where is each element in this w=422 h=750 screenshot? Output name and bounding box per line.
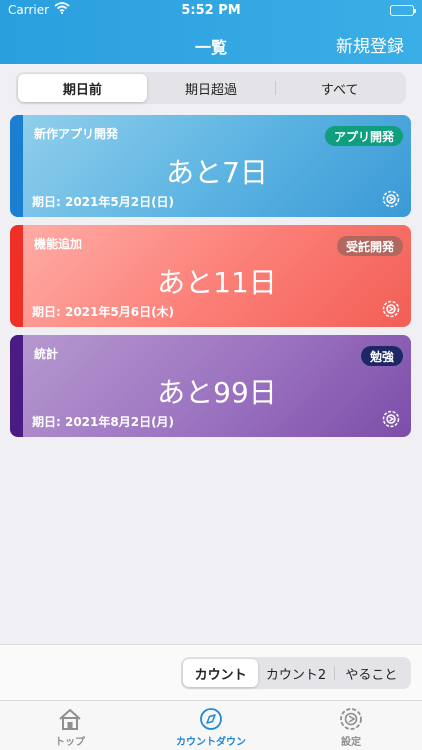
battery-icon xyxy=(390,5,416,16)
due-date: 期日: 2021年8月2日(月) xyxy=(32,415,175,429)
new-registration-button[interactable]: 新規登録 xyxy=(336,32,404,57)
house-icon xyxy=(15,707,125,731)
gear-icon xyxy=(296,707,406,731)
tab-label: トップ xyxy=(55,737,85,748)
card-color-strip xyxy=(10,225,23,327)
due-date: 期日: 2021年5月2日(日) xyxy=(32,195,175,209)
tab-label: 設定 xyxy=(341,737,361,748)
status-time: 5:52 PM xyxy=(181,3,241,18)
card-color-strip xyxy=(10,335,23,437)
countdown-card[interactable]: 統計 勉強 あと99日 期日: 2021年8月2日(月) xyxy=(10,335,411,437)
settings-gear-icon[interactable] xyxy=(381,299,401,319)
mode-segmented-control: カウント カウント2 やること xyxy=(181,657,411,689)
settings-gear-icon[interactable] xyxy=(381,189,401,209)
countdown-text: あと11日 xyxy=(157,266,277,299)
mode-tab-count2[interactable]: カウント2 xyxy=(258,659,333,687)
card-title: 新作アプリ開発 xyxy=(34,127,119,141)
category-badge: 受託開発 xyxy=(336,236,403,256)
filter-segmented-control: 期日前 期日超過 すべて xyxy=(16,72,406,104)
status-bar: Carrier 5:52 PM xyxy=(0,0,422,22)
tab-settings[interactable]: 設定 xyxy=(296,707,406,748)
compass-icon xyxy=(156,707,266,731)
card-color-strip xyxy=(10,115,23,217)
tab-top[interactable]: トップ xyxy=(15,707,125,748)
countdown-card[interactable]: 機能追加 受託開発 あと11日 期日: 2021年5月6日(木) xyxy=(10,225,411,327)
navigation-header: Carrier 5:52 PM 一覧 新規登録 xyxy=(0,0,422,64)
countdown-text: あと99日 xyxy=(157,376,277,409)
tab-countdown[interactable]: カウントダウン xyxy=(156,707,266,748)
bottom-toolbar: カウント カウント2 やること xyxy=(0,644,422,700)
filter-tab-overdue[interactable]: 期日超過 xyxy=(147,74,276,102)
category-badge: 勉強 xyxy=(360,346,403,366)
mode-tab-todo[interactable]: やること xyxy=(333,659,409,687)
tab-bar: トップ カウントダウン 設定 xyxy=(0,700,422,750)
category-badge: アプリ開発 xyxy=(324,126,403,146)
countdown-card[interactable]: 新作アプリ開発 アプリ開発 あと7日 期日: 2021年5月2日(日) xyxy=(10,115,411,217)
card-title: 統計 xyxy=(34,347,59,361)
countdown-text: あと7日 xyxy=(166,156,268,189)
filter-tab-before-due[interactable]: 期日前 xyxy=(18,74,147,102)
settings-gear-icon[interactable] xyxy=(381,409,401,429)
filter-tab-all[interactable]: すべて xyxy=(275,74,404,102)
card-title: 機能追加 xyxy=(34,237,83,251)
due-date: 期日: 2021年5月6日(木) xyxy=(32,305,175,319)
tab-label: カウントダウン xyxy=(176,737,246,748)
mode-tab-count[interactable]: カウント xyxy=(183,659,259,687)
